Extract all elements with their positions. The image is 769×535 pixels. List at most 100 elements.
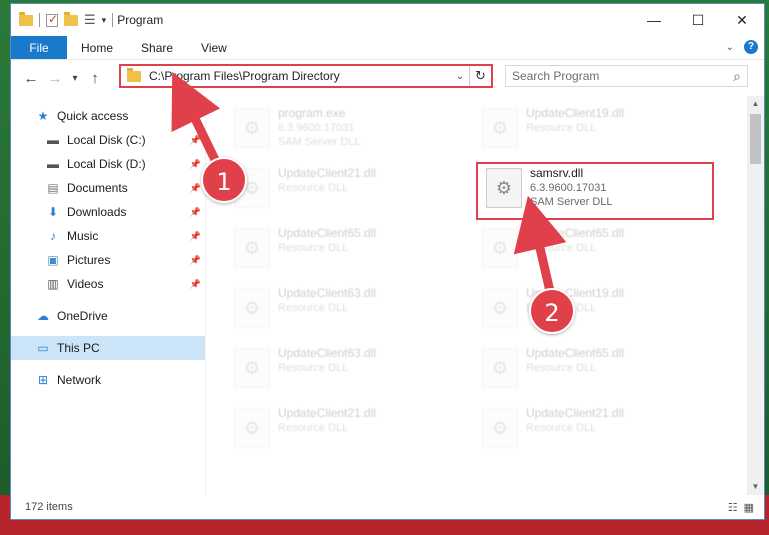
folder-icon xyxy=(127,67,141,82)
navigation-pane: ★ Quick access ▬ Local Disk (C:) 📌 ▬ Loc… xyxy=(11,96,206,495)
file-item[interactable]: ⚙ UpdateClient21.dll Resource DLL xyxy=(228,164,458,218)
file-name: UpdateClient65.dll xyxy=(526,226,625,240)
tab-home[interactable]: Home xyxy=(67,36,127,59)
large-icons-view-icon[interactable]: ▦ xyxy=(744,501,754,514)
tab-share[interactable]: Share xyxy=(127,36,187,59)
file-item[interactable]: ⚙ UpdateClient65.dll Resource DLL xyxy=(228,224,458,278)
file-name: UpdateClient21.dll xyxy=(278,406,377,420)
sidebar-item-local-disk-d[interactable]: ▬ Local Disk (D:) 📌 xyxy=(11,152,205,176)
new-folder-icon[interactable] xyxy=(64,11,78,26)
sidebar-item-network[interactable]: ⊞ Network xyxy=(11,368,205,392)
file-item[interactable]: ⚙ UpdateClient19.dll Resource DLL xyxy=(476,284,706,338)
download-icon: ⬇ xyxy=(47,205,59,219)
file-item[interactable]: ⚙ UpdateClient65.dll Resource DLL xyxy=(476,224,706,278)
vertical-scrollbar[interactable]: ▲ ▼ xyxy=(747,96,764,495)
pin-icon[interactable]: 📌 xyxy=(190,183,201,194)
step-1-badge: 1 xyxy=(201,157,247,203)
file-description: Resource DLL xyxy=(526,122,597,134)
dll-file-icon: ⚙ xyxy=(234,288,270,328)
sidebar-item-downloads[interactable]: ⬇ Downloads 📌 xyxy=(11,200,205,224)
sidebar-item-videos[interactable]: ▥ Videos 📌 xyxy=(11,272,205,296)
file-item[interactable]: ⚙ UpdateClient65.dll Resource DLL xyxy=(476,344,706,398)
pin-icon[interactable]: 📌 xyxy=(190,231,201,242)
navigation-bar: ← → ▾ ↑ C:\Program Files\Program Directo… xyxy=(11,60,764,96)
folder-icon[interactable] xyxy=(19,11,33,26)
search-placeholder: Search Program xyxy=(512,69,600,83)
tab-view[interactable]: View xyxy=(187,36,241,59)
file-description: Resource DLL xyxy=(278,242,349,254)
sidebar-item-documents[interactable]: ▤ Documents 📌 xyxy=(11,176,205,200)
file-name: UpdateClient21.dll xyxy=(526,406,625,420)
sidebar-item-label: Music xyxy=(67,229,99,243)
scroll-down-icon[interactable]: ▼ xyxy=(747,479,764,495)
file-description: Resource DLL xyxy=(278,302,349,314)
sidebar-item-local-disk-c[interactable]: ▬ Local Disk (C:) 📌 xyxy=(11,128,205,152)
sidebar-item-this-pc[interactable]: ▭ This PC xyxy=(11,336,205,360)
drive-icon: ▬ xyxy=(47,133,59,147)
dll-file-icon: ⚙ xyxy=(482,408,518,448)
exe-file-icon: ⚙ xyxy=(234,108,270,148)
highlight-box-samsrv xyxy=(476,162,714,220)
file-description: Resource DLL xyxy=(278,422,349,434)
dll-file-icon: ⚙ xyxy=(482,288,518,328)
chevron-down-icon[interactable]: ▾ xyxy=(102,15,107,26)
file-item[interactable]: ⚙ UpdateClient21.dll Resource DLL xyxy=(476,404,706,458)
sidebar-item-music[interactable]: ♪ Music 📌 xyxy=(11,224,205,248)
file-item[interactable]: ⚙ UpdateClient19.dll Resource DLL xyxy=(476,104,706,158)
expand-ribbon-icon[interactable]: ⌄ xyxy=(726,42,734,53)
file-item[interactable]: ⚙ program.exe 6.3.9600.17031 SAM Server … xyxy=(228,104,458,158)
sidebar-item-label: Local Disk (C:) xyxy=(67,133,146,147)
sidebar-item-onedrive[interactable]: ☁ OneDrive xyxy=(11,304,205,328)
sidebar-item-label: Documents xyxy=(67,181,128,195)
refresh-button[interactable]: ↻ xyxy=(469,66,491,86)
file-name: UpdateClient21.dll xyxy=(278,166,377,180)
scroll-up-icon[interactable]: ▲ xyxy=(747,96,764,112)
file-name: program.exe xyxy=(278,106,346,120)
chevron-down-icon[interactable]: ⌄ xyxy=(451,71,469,82)
details-view-icon[interactable]: ☷ xyxy=(728,501,738,514)
videos-icon: ▥ xyxy=(47,277,59,291)
address-path[interactable]: C:\Program Files\Program Directory xyxy=(149,69,451,83)
cloud-icon: ☁ xyxy=(37,309,49,323)
sidebar-item-label: This PC xyxy=(57,341,100,355)
dll-file-icon: ⚙ xyxy=(234,348,270,388)
pin-icon[interactable]: 📌 xyxy=(190,207,201,218)
properties-check-icon[interactable] xyxy=(46,12,58,27)
pin-icon[interactable]: 📌 xyxy=(190,279,201,290)
help-icon[interactable]: ? xyxy=(744,40,758,54)
search-input[interactable]: Search Program ⌕ xyxy=(505,65,748,87)
recent-locations-button[interactable]: ▾ xyxy=(67,73,83,84)
file-description: Resource DLL xyxy=(526,242,597,254)
quick-access-toolbar: ☰ ▾ xyxy=(19,11,114,28)
scroll-thumb[interactable] xyxy=(750,114,761,164)
file-description: SAM Server DLL xyxy=(278,136,361,148)
maximize-button[interactable]: ☐ xyxy=(676,4,720,36)
pin-icon[interactable]: 📌 xyxy=(190,135,201,146)
file-item[interactable]: ⚙ UpdateClient21.dll Resource DLL xyxy=(228,404,458,458)
documents-icon: ▤ xyxy=(47,181,59,195)
sidebar-item-label: Local Disk (D:) xyxy=(67,157,146,171)
ribbon: File Home Share View ⌄ ? xyxy=(11,36,764,60)
pin-icon[interactable]: 📌 xyxy=(190,255,201,266)
up-button[interactable]: ↑ xyxy=(83,70,107,87)
address-bar[interactable]: C:\Program Files\Program Directory ⌄ ↻ xyxy=(119,64,493,88)
pin-icon[interactable]: 📌 xyxy=(190,159,201,170)
computer-icon: ▭ xyxy=(37,341,49,355)
sidebar-item-pictures[interactable]: ▣ Pictures 📌 xyxy=(11,248,205,272)
file-item[interactable]: ⚙ UpdateClient63.dll Resource DLL xyxy=(228,344,458,398)
drive-icon: ▬ xyxy=(47,157,59,171)
minimize-button[interactable]: — xyxy=(632,4,676,36)
sidebar-item-label: Pictures xyxy=(67,253,111,267)
file-name: UpdateClient65.dll xyxy=(278,226,377,240)
customize-icon[interactable]: ☰ xyxy=(84,12,96,28)
close-button[interactable]: ✕ xyxy=(720,4,764,36)
item-count: 172 items xyxy=(25,501,73,513)
back-button[interactable]: ← xyxy=(19,70,43,87)
file-description: Resource DLL xyxy=(526,422,597,434)
file-item[interactable]: ⚙ UpdateClient63.dll Resource DLL xyxy=(228,284,458,338)
divider xyxy=(112,13,114,27)
tab-file[interactable]: File xyxy=(11,36,67,59)
sidebar-item-quick-access[interactable]: ★ Quick access xyxy=(11,104,205,128)
forward-button[interactable]: → xyxy=(43,70,67,87)
sidebar-item-label: Downloads xyxy=(67,205,127,219)
